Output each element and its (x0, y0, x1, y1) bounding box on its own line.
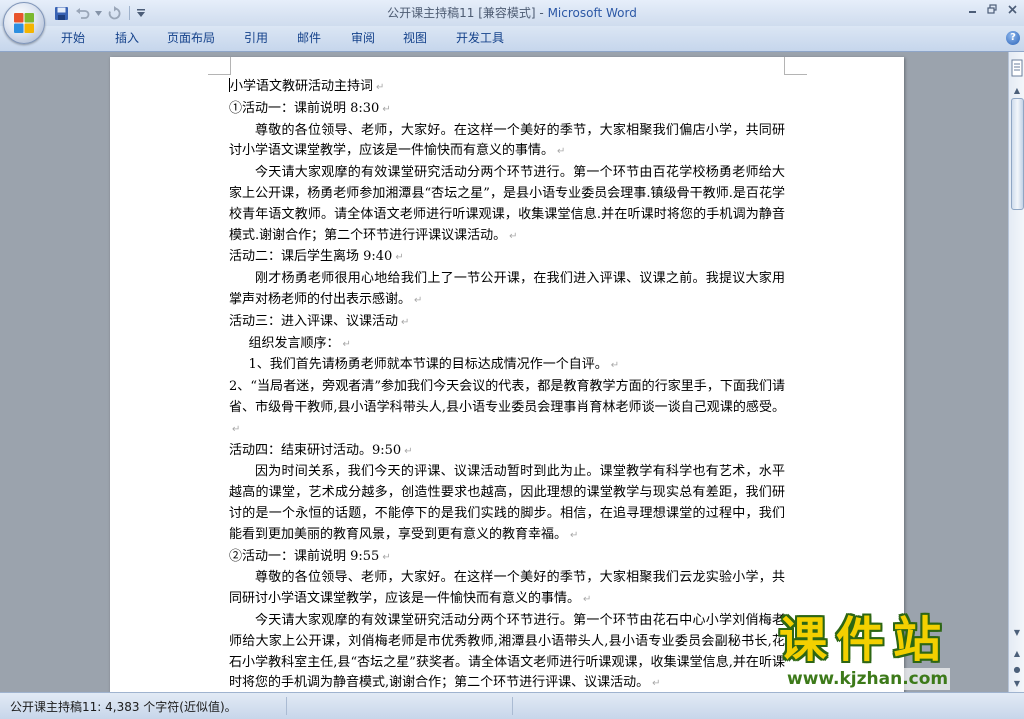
status-separator (512, 697, 513, 715)
office-button[interactable] (3, 2, 45, 44)
restore-icon[interactable] (982, 0, 1002, 18)
view-ruler-icon[interactable] (1010, 55, 1024, 81)
paragraph[interactable]: 2、“当局者迷，旁观者清”参加我们今天会议的代表，都是教育教学方面的行家里手，下… (229, 377, 785, 440)
document-page[interactable]: 小学语文教研活动主持词 ↵ ①活动一：课前说明 8:30 ↵ 尊敬的各位领导、老师，… (110, 57, 904, 692)
paragraph-text: 刚才杨勇老师很用心地给我们上了一节公开课，在我们进入评课、议课之前。我提议大家用… (229, 271, 785, 307)
close-icon[interactable] (1002, 0, 1022, 18)
paragraph-mark-icon: ↵ (382, 551, 391, 563)
paragraph-mark-icon: ↵ (583, 594, 592, 606)
paragraph-text: 尊敬的各位领导、老师，大家好。在这样一个美好的季节，大家相聚我们偏店小学，共同研… (229, 122, 785, 159)
paragraph-text: 活动四：结束研讨活动。9:50 (229, 442, 402, 458)
tab-mailings[interactable]: 邮件 (297, 30, 321, 46)
paragraph-mark-icon: ↵ (342, 338, 351, 350)
watermark-logo: 课件站 (779, 612, 951, 668)
paragraph[interactable]: ②活动一：课前说明 9:55 ↵ (229, 547, 785, 569)
paragraph-mark-icon: ↵ (401, 316, 410, 328)
paragraph-text: 小学语文教研活动主持词 (230, 79, 374, 94)
status-separator (286, 697, 287, 715)
status-bar: 公开课主持稿11: 4,383 个字符(近似值)。 (0, 692, 1024, 719)
previous-page-icon[interactable]: ▲ (1010, 646, 1024, 660)
paragraph[interactable]: 因为时间关系，我们今天的评课、议课活动暂时到此为止。课堂教学有科学也有艺术，水平… (229, 462, 785, 546)
paragraph[interactable]: 组织发言顺序： ↵ (229, 334, 785, 356)
paragraph-mark-icon: ↵ (232, 423, 241, 435)
paragraph-mark-icon: ↵ (395, 252, 404, 264)
paragraph-mark-icon: ↵ (382, 103, 391, 115)
paragraph-mark-icon: ↵ (557, 146, 566, 158)
tab-page-layout[interactable]: 页面布局 (167, 30, 215, 46)
tab-developer[interactable]: 开发工具 (456, 30, 504, 46)
paragraph[interactable]: 尊敬的各位领导、老师，大家好。在这样一个美好的季节，大家相聚我们云龙实验小学，共… (229, 568, 785, 611)
paragraph[interactable]: ①活动一：课前说明 8:30 ↵ (229, 99, 785, 121)
paragraph-text: 活动三：进入评课、议课活动 (229, 313, 399, 329)
help-icon[interactable]: ? (1006, 31, 1020, 45)
ribbon-tab-bar: 开始 插入 页面布局 引用 邮件 审阅 视图 开发工具 ? (0, 26, 1024, 52)
paragraph-mark-icon: ↵ (509, 230, 518, 242)
paragraph[interactable]: 今天请大家观摩的有效课堂研究活动分两个环节进行。第一个环节由花石中心小学刘俏梅老… (229, 611, 785, 692)
paragraph-mark-icon: ↵ (376, 82, 385, 93)
paragraph-mark-icon: ↵ (414, 294, 423, 306)
title-separator: - (535, 6, 548, 20)
window-title: 公开课主持稿11 [兼容模式] - Microsoft Word (0, 0, 1024, 26)
paragraph-text: 组织发言顺序： (248, 335, 340, 351)
watermark-url: www.kjzhan.com (785, 668, 951, 690)
paragraph-text: 因为时间关系，我们今天的评课、议课活动暂时到此为止。课堂教学有科学也有艺术，水平… (229, 464, 785, 542)
paragraph[interactable]: 活动三：进入评课、议课活动 ↵ (229, 312, 785, 334)
margin-corner-top-left (208, 57, 231, 75)
paragraph-mark-icon: ↵ (570, 529, 579, 541)
word-count-status[interactable]: 公开课主持稿11: 4,383 个字符(近似值)。 (10, 698, 237, 715)
paragraph-text: ①活动一：课前说明 8:30 (229, 100, 380, 116)
paragraph[interactable]: 刚才杨勇老师很用心地给我们上了一节公开课，在我们进入评课、议课之前。我提议大家用… (229, 269, 785, 312)
paragraph[interactable]: 尊敬的各位领导、老师，大家好。在这样一个美好的季节，大家相聚我们偏店小学，共同研… (229, 121, 785, 164)
paragraph[interactable]: 今天请大家观摩的有效课堂研究活动分两个环节进行。第一个环节由百花学校杨勇老师给大… (229, 163, 785, 247)
tab-home[interactable]: 开始 (61, 30, 85, 46)
app-name: Microsoft Word (547, 6, 637, 20)
tab-review[interactable]: 审阅 (351, 30, 375, 46)
paragraph-text: 1、我们首先请杨勇老师就本节课的目标达成情况作一个自评。 (248, 357, 608, 373)
vertical-scrollbar[interactable]: ▲ ▼ ▲ ● ▼ (1008, 52, 1024, 692)
paragraph[interactable]: 活动二：课后学生离场 9:40 ↵ (229, 247, 785, 269)
browse-object-icon[interactable]: ● (1010, 662, 1024, 676)
paragraph-text: 尊敬的各位领导、老师，大家好。在这样一个美好的季节，大家相聚我们云龙实验小学，共… (229, 570, 785, 607)
scrollbar-thumb[interactable] (1011, 98, 1024, 210)
paragraph[interactable]: 1、我们首先请杨勇老师就本节课的目标达成情况作一个自评。 ↵ (229, 355, 785, 377)
paragraph[interactable]: 小学语文教研活动主持词 ↵ (229, 77, 785, 99)
paragraph-text: ②活动一：课前说明 9:55 (229, 548, 380, 564)
paragraph-text: 今天请大家观摩的有效课堂研究活动分两个环节进行。第一个环节由百花学校杨勇老师给大… (229, 165, 785, 243)
paragraph-text: 2、“当局者迷，旁观者清”参加我们今天会议的代表，都是教育教学方面的行家里手，下… (229, 379, 785, 415)
minimize-icon[interactable] (962, 0, 982, 18)
scroll-up-icon[interactable]: ▲ (1010, 83, 1024, 97)
scroll-down-icon[interactable]: ▼ (1010, 625, 1024, 639)
tab-references[interactable]: 引用 (244, 30, 268, 46)
document-workspace: 小学语文教研活动主持词 ↵ ①活动一：课前说明 8:30 ↵ 尊敬的各位领导、老师，… (0, 52, 1008, 692)
office-logo-icon (14, 13, 34, 33)
next-page-icon[interactable]: ▼ (1010, 676, 1024, 690)
margin-corner-top-right (784, 57, 807, 75)
document-body[interactable]: 小学语文教研活动主持词 ↵ ①活动一：课前说明 8:30 ↵ 尊敬的各位领导、老师，… (229, 77, 785, 692)
window-controls (962, 0, 1022, 18)
tab-view[interactable]: 视图 (403, 30, 427, 46)
title-bar: 公开课主持稿11 [兼容模式] - Microsoft Word (0, 0, 1024, 26)
paragraph-text: 今天请大家观摩的有效课堂研究活动分两个环节进行。第一个环节由花石中心小学刘俏梅老… (229, 612, 785, 691)
paragraph-text: 活动二：课后学生离场 9:40 (229, 249, 393, 265)
paragraph-mark-icon: ↵ (404, 445, 413, 457)
paragraph-mark-icon: ↵ (652, 678, 661, 690)
paragraph-mark-icon: ↵ (610, 360, 620, 372)
document-title: 公开课主持稿11 [兼容模式] (387, 6, 536, 20)
tab-insert[interactable]: 插入 (115, 30, 139, 46)
paragraph[interactable]: 活动四：结束研讨活动。9:50 ↵ (229, 441, 785, 463)
